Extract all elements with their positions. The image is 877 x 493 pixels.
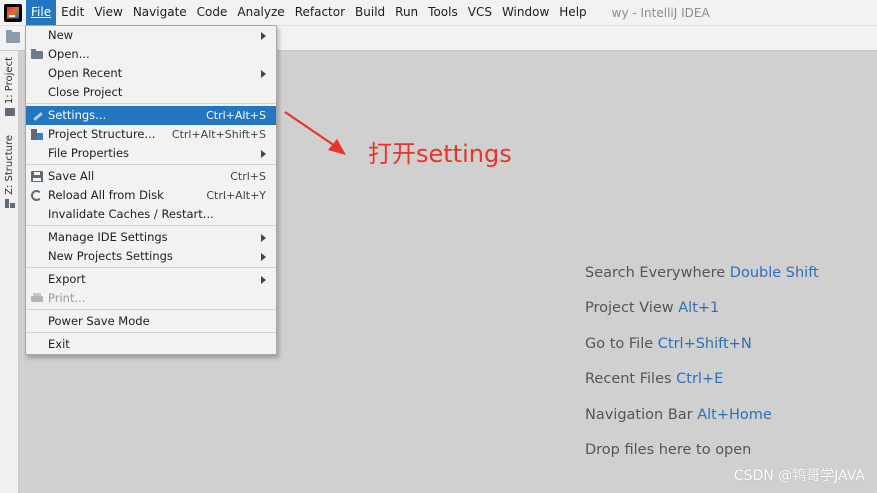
menu-navigate[interactable]: Navigate: [128, 0, 192, 25]
project-folder-icon[interactable]: [6, 30, 20, 43]
hint-recent-files: Recent Files Ctrl+E: [585, 371, 724, 388]
menu-item-close-project[interactable]: Close Project: [26, 83, 276, 102]
window-title: wy - IntelliJ IDEA: [611, 5, 710, 20]
menu-refactor[interactable]: Refactor: [290, 0, 350, 25]
hint-navigation-bar: Navigation Bar Alt+Home: [585, 406, 772, 423]
reload-icon: [31, 190, 42, 201]
menu-item-project-structure[interactable]: Project Structure... Ctrl+Alt+Shift+S: [26, 125, 276, 144]
folder-icon: [4, 108, 15, 117]
menu-tools[interactable]: Tools: [423, 0, 463, 25]
hint-project-view: Project View Alt+1: [585, 300, 720, 317]
menu-window[interactable]: Window: [497, 0, 554, 25]
tab-project-label: 1: Project: [4, 57, 15, 105]
submenu-arrow-icon: [261, 233, 266, 242]
submenu-arrow-icon: [261, 252, 266, 261]
menu-item-new-projects-settings[interactable]: New Projects Settings: [26, 247, 276, 266]
wrench-icon: [31, 110, 43, 121]
printer-icon: [31, 293, 43, 302]
tab-structure-label: Z: Structure: [4, 135, 15, 195]
project-structure-shortcut: Ctrl+Alt+Shift+S: [171, 128, 266, 141]
tab-project[interactable]: 1: Project: [1, 57, 18, 117]
menu-item-reload[interactable]: Reload All from Disk Ctrl+Alt+Y: [26, 186, 276, 205]
menu-item-file-properties[interactable]: File Properties: [26, 144, 276, 163]
menu-item-open[interactable]: Open...: [26, 45, 276, 64]
menu-item-open-recent[interactable]: Open Recent: [26, 64, 276, 83]
structure-icon: [4, 198, 15, 208]
menu-file[interactable]: File: [26, 0, 57, 25]
menu-build[interactable]: Build: [350, 0, 390, 25]
submenu-arrow-icon: [261, 149, 266, 158]
welcome-hints: Search Everywhere Double Shift Project V…: [585, 262, 877, 474]
menu-bar: File Edit View Navigate Code Analyze Ref…: [0, 0, 877, 25]
menu-item-exit[interactable]: Exit: [26, 335, 276, 354]
menu-item-save-all[interactable]: Save All Ctrl+S: [26, 167, 276, 186]
submenu-arrow-icon: [261, 69, 266, 78]
menu-edit[interactable]: Edit: [56, 0, 89, 25]
open-folder-icon: [31, 49, 43, 59]
reload-shortcut: Ctrl+Alt+Y: [206, 189, 266, 202]
menu-run[interactable]: Run: [390, 0, 423, 25]
left-tool-strip: 1: Project Z: Structure: [0, 51, 19, 493]
menu-view[interactable]: View: [89, 0, 127, 25]
menu-vcs[interactable]: VCS: [463, 0, 497, 25]
menu-item-invalidate-caches[interactable]: Invalidate Caches / Restart...: [26, 205, 276, 224]
menu-item-settings[interactable]: Settings... Ctrl+Alt+S: [26, 106, 276, 125]
project-structure-icon: [31, 129, 43, 140]
submenu-arrow-icon: [261, 275, 266, 284]
menu-item-manage-ide-settings[interactable]: Manage IDE Settings: [26, 228, 276, 247]
file-menu-dropdown: New Open... Open Recent Close Project Se…: [25, 25, 277, 355]
submenu-arrow-icon: [261, 31, 266, 40]
intellij-logo-icon: [4, 3, 22, 22]
save-icon: [31, 171, 43, 182]
hint-go-to-file: Go to File Ctrl+Shift+N: [585, 335, 752, 352]
hint-search-everywhere: Search Everywhere Double Shift: [585, 265, 819, 281]
menu-item-new[interactable]: New: [26, 26, 276, 45]
save-all-shortcut: Ctrl+S: [230, 170, 266, 183]
watermark: CSDN @鸨哥学JAVA: [733, 468, 865, 484]
menu-code[interactable]: Code: [192, 0, 233, 25]
annotation-arrow-icon: [284, 111, 346, 155]
menu-help[interactable]: Help: [554, 0, 591, 25]
menu-item-power-save-mode[interactable]: Power Save Mode: [26, 312, 276, 331]
menu-item-print: Print...: [26, 289, 276, 308]
menu-item-export[interactable]: Export: [26, 270, 276, 289]
annotation-text: 打开settings: [368, 140, 512, 168]
settings-shortcut: Ctrl+Alt+S: [206, 109, 266, 122]
tab-structure[interactable]: Z: Structure: [1, 135, 18, 208]
menu-analyze[interactable]: Analyze: [232, 0, 289, 25]
